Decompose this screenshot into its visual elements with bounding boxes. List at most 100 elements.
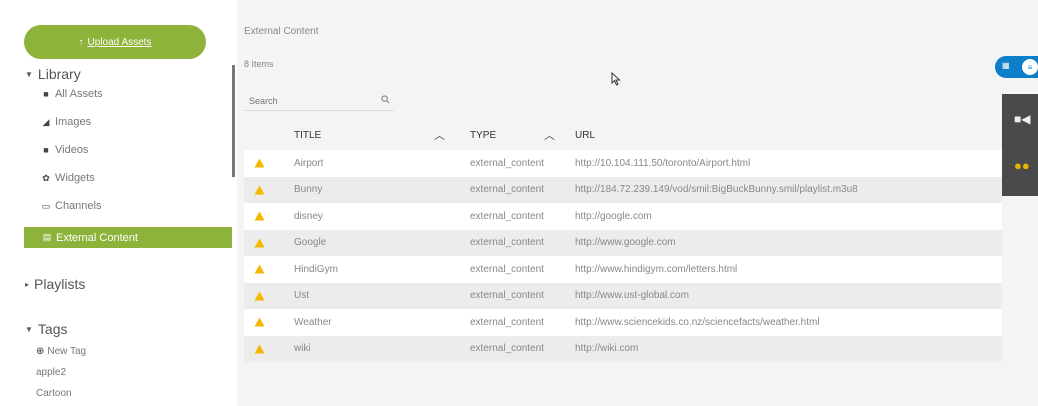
file-icon: ■ [43, 89, 49, 99]
image-icon: ◢ [42, 116, 50, 127]
sidebar-item-label: Videos [55, 144, 89, 156]
column-header-url[interactable]: URL [575, 130, 595, 141]
sidebar-item-label: Images [55, 116, 92, 128]
cell-title: Google [294, 237, 327, 249]
gear-icon: ✿ [42, 172, 50, 183]
cell-type: external_content [470, 184, 544, 196]
cell-title: disney [294, 210, 323, 222]
cell-type: external_content [470, 237, 544, 249]
cell-url: http://wiki.com [575, 343, 639, 355]
warning-icon [254, 291, 266, 301]
sidebar-scrollbar[interactable] [232, 65, 235, 177]
sidebar-item-all-assets[interactable]: ■ All Assets [40, 88, 103, 100]
table-row[interactable]: Weather external_content http://www.scienc… [244, 309, 1002, 336]
table-row[interactable]: Ust external_content http://www.ust-global… [244, 282, 1002, 309]
cell-type: external_content [470, 290, 544, 302]
cell-type: external_content [470, 157, 544, 169]
cell-title: Ust [294, 290, 309, 302]
table-row[interactable]: wiki external_content http://wiki.com [244, 335, 1002, 362]
sidebar-item-channels[interactable]: ▭ Channels [40, 200, 102, 212]
cell-url: http://google.com [575, 210, 652, 222]
search-icon[interactable] [381, 95, 390, 106]
grid-view-icon: ▦ [1002, 61, 1010, 70]
sidebar-item-videos[interactable]: ■ Videos [40, 144, 88, 156]
cell-type: external_content [470, 263, 544, 275]
preview-panel: ■◀ ●● [1002, 94, 1038, 196]
chevron-up-icon: ︿ [544, 130, 555, 142]
chevron-up-icon: ︿ [434, 130, 445, 142]
video-icon: ■ [43, 145, 49, 155]
caret-down-icon: ▼ [25, 69, 33, 79]
table-row[interactable]: Google external_content http://www.google.… [244, 229, 1002, 256]
search-input[interactable] [244, 95, 364, 106]
playlists-section-toggle[interactable]: ▸ Playlists [25, 276, 85, 292]
people-icon: ●● [1014, 158, 1030, 173]
item-count: 8 Items [244, 59, 274, 69]
warning-icon [254, 158, 266, 168]
playlists-title: Playlists [34, 276, 86, 292]
library-title: Library [37, 66, 81, 82]
cell-title: Weather [294, 316, 332, 328]
upload-assets-label: Upload Assets [87, 36, 152, 48]
cell-title: Airport [294, 157, 324, 169]
tags-title: Tags [37, 321, 68, 337]
sidebar-item-label: Channels [55, 200, 102, 212]
view-toggle[interactable]: ▦ ≡ [995, 56, 1038, 78]
list-view-icon: ≡ [1021, 58, 1038, 76]
new-tag-button[interactable]: ⊕ New Tag [36, 346, 86, 357]
cell-url: http://www.sciencekids.co.nz/sciencefact… [575, 316, 820, 328]
assets-table: TITLE ︿ TYPE ︿ URL Airport external_conte… [244, 120, 1002, 362]
warning-icon [254, 185, 266, 195]
tag-label: Cartoon [36, 388, 72, 399]
tag-item[interactable]: apple2 [36, 367, 66, 378]
mouse-cursor-icon [611, 71, 621, 89]
warning-icon [254, 238, 266, 248]
tags-section-toggle[interactable]: ▼ Tags [25, 321, 68, 337]
breadcrumb: External Content [244, 26, 319, 37]
warning-icon [254, 344, 266, 354]
video-camera-icon: ■◀ [1014, 112, 1031, 126]
cell-title: Bunny [294, 184, 323, 196]
caret-right-icon: ▸ [25, 279, 30, 289]
sidebar-item-label: All Assets [55, 88, 103, 100]
warning-icon [254, 264, 266, 274]
library-section-toggle[interactable]: ▼ Library [25, 66, 81, 82]
column-header-type[interactable]: TYPE [470, 130, 496, 141]
sidebar-item-label: External Content [56, 231, 138, 244]
external-content-icon: ▤ [42, 232, 52, 242]
table-row[interactable]: HindiGym external_content http://www.hindi… [244, 256, 1002, 283]
cell-url: http://www.ust-global.com [575, 290, 689, 302]
cell-url: http://www.hindigym.com/letters.html [575, 263, 738, 275]
cell-title: HindiGym [294, 263, 338, 275]
search-box[interactable] [244, 91, 394, 111]
cell-type: external_content [470, 210, 544, 222]
tag-label: apple2 [36, 367, 67, 378]
sort-type-button[interactable]: ︿ [544, 127, 555, 143]
tag-item[interactable]: Cartoon [36, 388, 72, 399]
main-content: External Content 8 Items ▦ ≡ ■◀ ●● TITLE… [237, 0, 1038, 406]
table-row[interactable]: Airport external_content http://10.104.111… [244, 150, 1002, 177]
sidebar-item-label: Widgets [55, 172, 95, 184]
table-row[interactable]: disney external_content http://google.com [244, 203, 1002, 230]
cell-url: http://www.google.com [575, 237, 676, 249]
upload-assets-button[interactable]: ↑ Upload Assets [24, 25, 206, 59]
sidebar: ↑ Upload Assets ▼ Library ■ All Assets ◢… [0, 0, 237, 406]
tag-label: New Tag [47, 346, 87, 357]
sort-title-button[interactable]: ︿ [434, 127, 445, 143]
warning-icon [254, 211, 266, 221]
sidebar-item-widgets[interactable]: ✿ Widgets [40, 172, 95, 184]
table-header: TITLE ︿ TYPE ︿ URL [244, 120, 1002, 150]
cell-type: external_content [470, 343, 544, 355]
warning-icon [254, 317, 266, 327]
upload-icon: ↑ [78, 36, 84, 48]
monitor-icon: ▭ [41, 200, 51, 211]
column-header-title[interactable]: TITLE [294, 130, 321, 141]
cell-url: http://184.72.239.149/vod/smil:BigBuckBu… [575, 184, 858, 196]
cell-type: external_content [470, 316, 544, 328]
sidebar-item-images[interactable]: ◢ Images [40, 116, 92, 128]
table-row[interactable]: Bunny external_content http://184.72.239.1… [244, 176, 1002, 203]
sidebar-item-external-content[interactable]: ▤ External Content [24, 227, 232, 248]
plus-circle-icon: ⊕ [36, 346, 45, 357]
caret-down-icon: ▼ [25, 324, 33, 334]
cell-title: wiki [294, 343, 311, 355]
